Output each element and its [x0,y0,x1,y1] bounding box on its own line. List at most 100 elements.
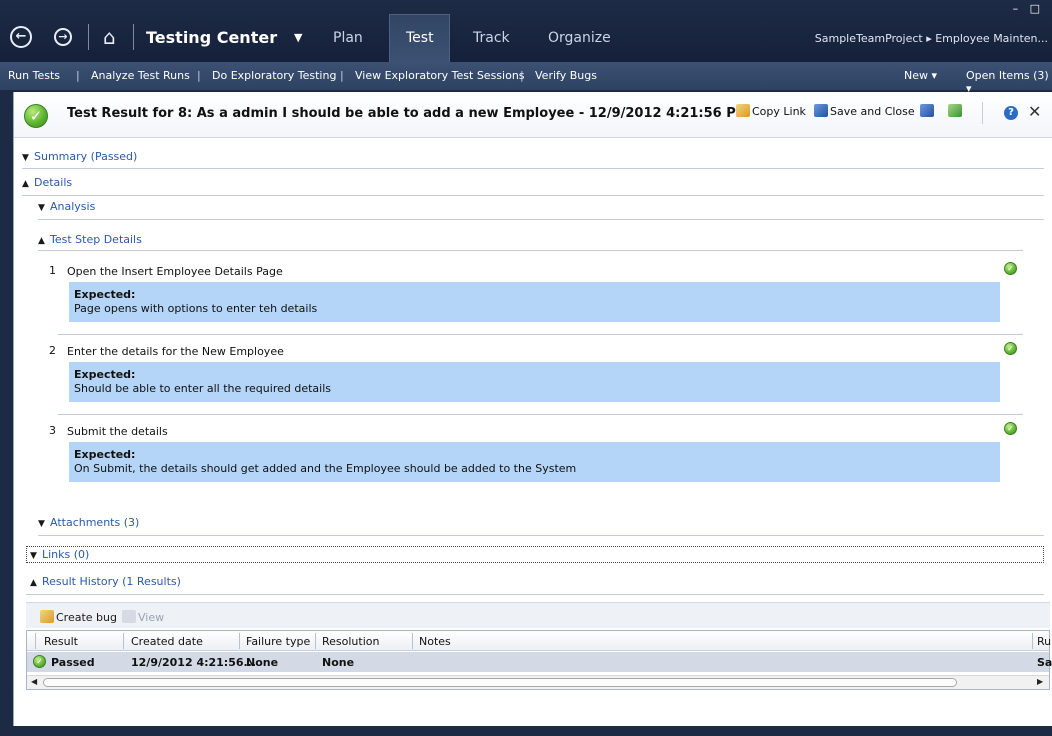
chevron-up-icon: ▲ [22,179,29,189]
column-separator [123,633,124,649]
new-menu[interactable]: New ▾ [904,69,937,82]
chevron-down-icon[interactable]: ▼ [294,31,302,44]
divider [22,195,1044,196]
step-action: Open the Insert Employee Details Page [67,265,283,278]
title-bar: – □ ← → ⌂ Testing Center ▼ Plan Test Tra… [0,0,1052,62]
column-header-result[interactable]: Result [44,635,78,648]
breadcrumb[interactable]: SampleTeamProject ▸ Employee Mainten... [815,32,1048,45]
chevron-down-icon: ▼ [22,153,29,163]
analyze-test-runs-link[interactable]: Analyze Test Runs [91,69,190,82]
column-header-notes[interactable]: Notes [419,635,451,648]
step-action: Enter the details for the New Employee [67,345,284,358]
tab-track[interactable]: Track [473,30,510,46]
view-label: View [138,611,165,624]
column-header-run[interactable]: Ru [1037,635,1051,648]
copy-link-label: Copy Link [752,105,806,118]
save-and-close-button[interactable]: Save and Close [814,104,915,118]
divider [38,250,1023,251]
view-exploratory-sessions-link[interactable]: View Exploratory Test Sessions [355,69,525,82]
links-section-focus-box[interactable] [26,546,1044,563]
passed-check-icon: ✓ [24,104,48,128]
chevron-down-icon: ▼ [38,519,45,529]
section-label: Test Step Details [50,233,142,246]
tab-test[interactable]: Test [406,30,434,46]
step-expected-result: Expected: Page opens with options to ent… [69,282,1000,322]
test-result-panel: ✓ Test Result for 8: As a admin I should… [13,92,1052,726]
column-separator [1032,633,1033,649]
section-attachments[interactable]: ▼ Attachments (3) [38,516,139,529]
help-icon[interactable]: ? [1004,106,1018,120]
divider [133,24,134,50]
page-title: Test Result for 8: As a admin I should b… [67,106,749,121]
window-controls[interactable]: – □ [1013,2,1044,15]
column-separator [239,633,240,649]
horizontal-scrollbar[interactable]: ◀ ▶ [27,675,1049,689]
divider: | [340,69,344,82]
save-close-icon [814,104,828,117]
column-header-failure-type[interactable]: Failure type [246,635,310,648]
divider [26,594,1044,595]
section-result-history[interactable]: ▲ Result History (1 Results) [30,575,181,588]
divider [38,219,1044,220]
chevron-down-icon: ▼ [38,203,45,213]
chevron-up-icon: ▲ [30,578,37,588]
section-details[interactable]: ▲ Details [22,176,72,189]
divider: | [76,69,80,82]
divider: | [197,69,201,82]
column-header-resolution[interactable]: Resolution [322,635,379,648]
table-row[interactable]: ✓ Passed 12/9/2012 4:21:56... None None … [27,652,1052,672]
step-passed-icon: ✓ [1004,262,1017,275]
section-summary[interactable]: ▼ Summary (Passed) [22,150,137,163]
expected-label: Expected: [74,288,136,301]
passed-icon: ✓ [33,655,46,668]
expected-label: Expected: [74,448,136,461]
expected-label: Expected: [74,368,136,381]
section-test-step-details[interactable]: ▲ Test Step Details [38,233,142,246]
column-header-created-date[interactable]: Created date [131,635,203,648]
step-passed-icon: ✓ [1004,422,1017,435]
cell-failure-type: None [246,656,279,669]
step-number: 2 [49,344,56,357]
app-title[interactable]: Testing Center [146,28,277,47]
scrollbar-thumb[interactable] [43,678,957,687]
divider [88,24,89,50]
tab-organize[interactable]: Organize [548,30,611,46]
copy-link-button[interactable]: Copy Link [736,104,806,118]
grid-toolbar: Create bug View [26,602,1050,628]
close-icon[interactable]: ✕ [1028,102,1041,121]
section-links[interactable]: ▼ Links (0) [30,548,89,561]
divider [58,414,1023,415]
step-action: Submit the details [67,425,168,438]
scroll-left-icon[interactable]: ◀ [31,677,37,686]
divider [38,535,1044,536]
grid-header: Result Created date Failure type Resolut… [27,631,1051,651]
forward-icon[interactable]: → [54,28,72,46]
column-separator [412,633,413,649]
view-button[interactable]: View [122,610,164,624]
document-header: ✓ Test Result for 8: As a admin I should… [14,92,1052,138]
step-expected-result: Expected: Should be able to enter all th… [69,362,1000,402]
back-icon[interactable]: ← [10,26,32,48]
result-history-grid: Result Created date Failure type Resolut… [26,630,1052,690]
tab-plan[interactable]: Plan [333,30,363,46]
expected-text: Should be able to enter all the required… [74,382,331,395]
refresh-button[interactable] [948,104,964,118]
verify-bugs-link[interactable]: Verify Bugs [535,69,597,82]
scroll-right-icon[interactable]: ▶ [1037,677,1043,686]
step-number: 1 [49,264,56,277]
create-bug-button[interactable]: Create bug [40,610,117,624]
section-analysis[interactable]: ▼ Analysis [38,200,95,213]
run-tests-link[interactable]: Run Tests [8,69,60,82]
section-label: Details [34,176,73,189]
divider [22,168,1044,169]
cell-resolution: None [322,656,355,669]
create-bug-icon [40,610,54,623]
expected-text: On Submit, the details should get added … [74,462,577,475]
home-icon[interactable]: ⌂ [103,26,125,48]
save-button[interactable] [920,104,936,118]
do-exploratory-testing-link[interactable]: Do Exploratory Testing [212,69,336,82]
expected-text: Page opens with options to enter teh det… [74,302,318,315]
divider [982,102,983,124]
chevron-down-icon: ▼ [30,551,37,561]
column-separator [315,633,316,649]
